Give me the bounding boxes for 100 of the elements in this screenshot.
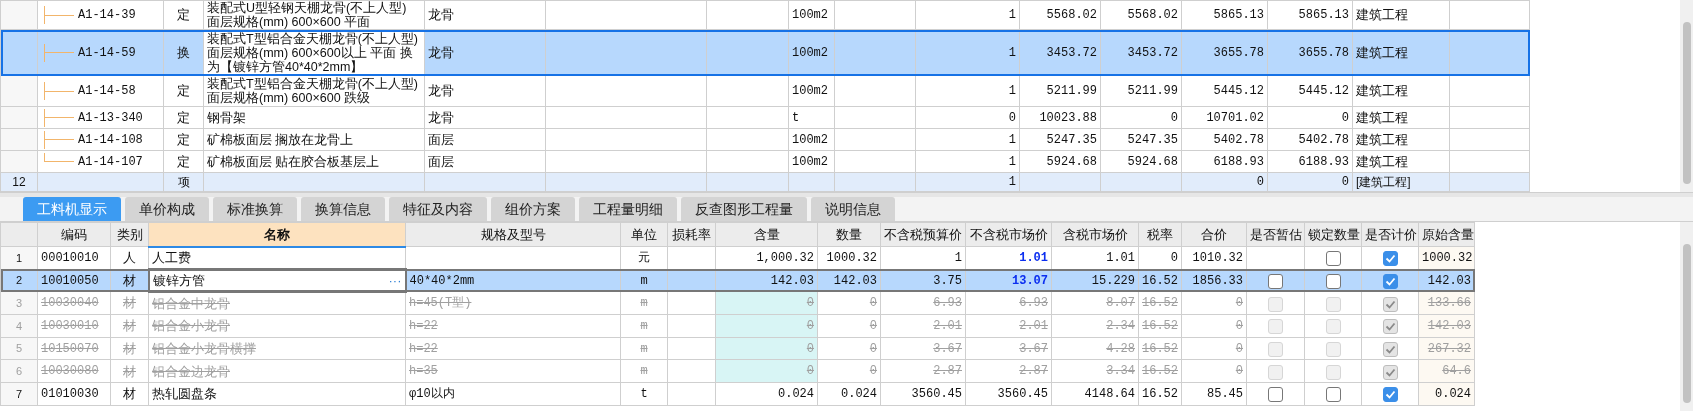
table-cell: 钢骨架	[203, 106, 425, 129]
table-cell: 龙骨	[424, 75, 546, 107]
table-cell: 0	[869, 341, 877, 356]
table-cell: 5247.35	[1100, 128, 1182, 151]
table-cell: 142.03	[770, 273, 814, 288]
table-cell: m	[640, 273, 648, 288]
table-cell: 1	[954, 250, 962, 265]
checkbox[interactable]	[1382, 319, 1398, 335]
column-header[interactable]: 是否暂估	[1246, 222, 1305, 247]
checkbox[interactable]	[1382, 273, 1398, 289]
checkbox[interactable]	[1382, 364, 1398, 380]
table-cell: 面层	[424, 150, 546, 173]
table-cell: 龙骨	[424, 0, 546, 30]
column-header[interactable]: 名称	[148, 222, 406, 247]
table-cell: 1,000.32	[756, 250, 814, 265]
column-header[interactable]: 编码	[37, 222, 111, 247]
checkbox[interactable]	[1382, 296, 1398, 312]
table-cell: 0	[915, 106, 1020, 129]
table-cell: t	[788, 106, 835, 129]
row-number: 7	[0, 382, 38, 406]
table-cell: 10030010	[41, 318, 99, 333]
table-cell: 1	[915, 150, 1020, 173]
column-header[interactable]: 单位	[620, 222, 668, 247]
table-cell: 10030040	[41, 296, 99, 311]
column-header[interactable]: 锁定数量	[1304, 222, 1362, 247]
row-number: 1	[0, 246, 38, 270]
table-cell: 0	[1170, 250, 1178, 265]
checkbox[interactable]	[1382, 387, 1398, 403]
table-cell: 定	[163, 128, 204, 151]
table-cell: 0	[1267, 106, 1353, 129]
table-cell: 材	[123, 295, 136, 311]
checkbox[interactable]	[1325, 387, 1341, 403]
table-cell: 16.52	[1142, 318, 1178, 333]
table-cell: 142.03	[1427, 273, 1471, 288]
column-header[interactable]: 不含税预算价	[880, 222, 966, 247]
table-cell: 建筑工程	[1352, 106, 1450, 129]
table-cell: 换	[163, 29, 204, 76]
table-cell: 0	[1235, 296, 1243, 311]
tab[interactable]: 标准换算	[213, 197, 297, 221]
table-cell: 5402.78	[1181, 128, 1268, 151]
column-header[interactable]: 不含税市场价	[965, 222, 1052, 247]
table-cell: 0	[1235, 341, 1243, 356]
row-number: 5	[0, 337, 38, 360]
table-cell: 5924.68	[1019, 150, 1101, 173]
table-cell: 142.03	[833, 273, 877, 288]
table-cell: 0	[869, 364, 877, 379]
table-cell: h=35	[409, 364, 438, 379]
tab[interactable]: 工程量明细	[579, 197, 677, 221]
column-header[interactable]: 类别	[110, 222, 149, 247]
column-header[interactable]: 含税市场价	[1051, 222, 1139, 247]
scrollbar[interactable]	[1680, 222, 1693, 411]
table-cell: 3560.45	[997, 386, 1048, 401]
checkbox[interactable]	[1325, 273, 1341, 289]
table-cell: 267.32	[1427, 341, 1471, 356]
tab[interactable]: 特征及内容	[389, 197, 487, 221]
column-header[interactable]: 损耗率	[667, 222, 716, 247]
table-cell: 5865.13	[1181, 0, 1268, 30]
column-header[interactable]: 是否计价	[1361, 222, 1419, 247]
column-header[interactable]: 税率	[1138, 222, 1182, 247]
table-cell: 面层	[424, 128, 546, 151]
table-cell: 定	[163, 0, 204, 30]
table-cell: 3453.72	[1019, 29, 1101, 76]
tab[interactable]: 换算信息	[301, 197, 385, 221]
table-cell: 133.66	[1427, 296, 1471, 311]
tab[interactable]: 单价构成	[125, 197, 209, 221]
column-header[interactable]: 数量	[817, 222, 881, 247]
table-cell: 定	[163, 75, 204, 107]
table-cell: 1856.33	[1192, 273, 1243, 288]
table-cell: 0	[1100, 106, 1182, 129]
table-cell: 15.229	[1091, 273, 1135, 288]
table-cell: 材	[123, 340, 136, 356]
table-cell: 1.01	[1106, 250, 1135, 265]
table-cell: 龙骨	[424, 29, 546, 76]
table-cell: 16.52	[1142, 341, 1178, 356]
code-text: A1-14-39	[78, 7, 136, 24]
checkbox[interactable]	[1268, 273, 1283, 289]
table-cell: 64.6	[1442, 364, 1471, 379]
row-number: 2	[0, 269, 38, 292]
table-cell: h=45(T型)	[409, 296, 472, 311]
table-cell: 5211.99	[1019, 75, 1101, 107]
table-cell: 建筑工程	[1352, 29, 1450, 76]
table-cell: 建筑工程	[1352, 150, 1450, 173]
checkbox[interactable]	[1268, 387, 1283, 403]
tab[interactable]: 反查图形工程量	[681, 197, 807, 221]
tab[interactable]: 说明信息	[811, 197, 895, 221]
scrollbar[interactable]	[1680, 0, 1693, 192]
checkbox[interactable]	[1382, 251, 1398, 267]
checkbox[interactable]	[1325, 251, 1341, 267]
column-header[interactable]: 含量	[715, 222, 818, 247]
checkbox[interactable]	[1382, 341, 1398, 357]
tab[interactable]: 组价方案	[491, 197, 575, 221]
table-cell: 材	[123, 386, 136, 402]
scrollbar-thumb[interactable]	[1682, 22, 1691, 184]
scrollbar-thumb[interactable]	[1682, 244, 1691, 403]
column-header[interactable]: 原始含量	[1418, 222, 1475, 247]
column-header[interactable]: 规格及型号	[405, 222, 621, 247]
table-cell: h=22	[409, 318, 438, 333]
table-cell: 0	[1235, 318, 1243, 333]
column-header[interactable]: 合价	[1181, 222, 1247, 247]
more-button[interactable]: ···	[388, 271, 402, 290]
